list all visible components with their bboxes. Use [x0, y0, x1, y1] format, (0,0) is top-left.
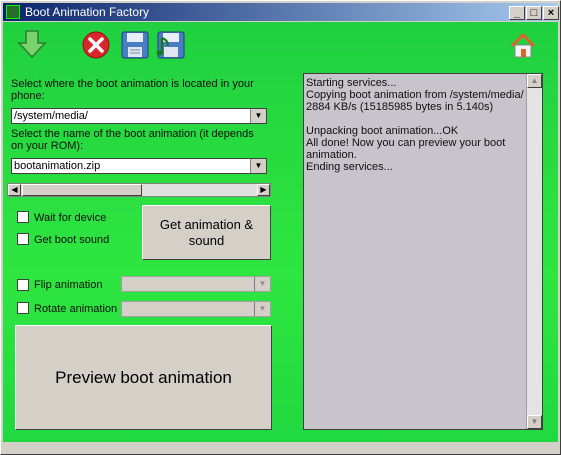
- get-animation-button[interactable]: Get animation & sound: [142, 205, 271, 260]
- get-boot-sound-label: Get boot sound: [34, 234, 110, 246]
- title-bar[interactable]: Boot Animation Factory _ □ ×: [3, 3, 559, 21]
- flip-animation-checkbox[interactable]: [17, 279, 29, 291]
- scroll-up-icon[interactable]: ▲: [527, 74, 542, 88]
- cancel-icon[interactable]: [81, 30, 111, 60]
- filename-value: bootanimation.zip: [14, 160, 101, 172]
- rotate-animation-checkbox[interactable]: [17, 302, 29, 314]
- log-output[interactable]: Starting services... Copying boot animat…: [303, 73, 543, 430]
- scroll-down-icon[interactable]: ▼: [527, 415, 542, 429]
- chevron-down-icon[interactable]: ▼: [250, 159, 266, 173]
- download-arrow-icon[interactable]: [17, 29, 47, 59]
- scroll-left-icon[interactable]: ◀: [8, 184, 21, 196]
- rotate-animation-select[interactable]: ▼: [121, 301, 271, 317]
- scroll-right-icon[interactable]: ▶: [257, 184, 270, 196]
- location-value: /system/media/: [14, 110, 88, 122]
- chevron-down-icon[interactable]: ▼: [254, 302, 270, 316]
- wait-for-device-label: Wait for device: [34, 212, 107, 224]
- app-window: Boot Animation Factory _ □ × Select wher…: [0, 0, 561, 455]
- horizontal-scrollbar[interactable]: ◀ ▶: [7, 183, 271, 197]
- maximize-button[interactable]: □: [526, 6, 542, 20]
- app-icon: [6, 5, 20, 19]
- scroll-thumb[interactable]: [22, 184, 142, 196]
- rotate-animation-label: Rotate animation: [34, 303, 118, 315]
- filename-label: Select the name of the boot animation (i…: [11, 128, 254, 152]
- flip-animation-label: Flip animation: [34, 279, 103, 291]
- minimize-button[interactable]: _: [509, 6, 525, 20]
- close-button[interactable]: ×: [543, 6, 559, 20]
- log-text: Starting services... Copying boot animat…: [306, 77, 524, 173]
- location-label: Select where the boot animation is locat…: [11, 78, 254, 102]
- main-panel: Select where the boot animation is locat…: [3, 22, 558, 442]
- status-bar: [3, 442, 558, 452]
- get-boot-sound-checkbox[interactable]: [17, 233, 29, 245]
- vertical-scrollbar[interactable]: ▲ ▼: [526, 74, 542, 429]
- filename-select[interactable]: bootanimation.zip ▼: [11, 158, 267, 174]
- flip-animation-select[interactable]: ▼: [121, 276, 271, 292]
- chevron-down-icon[interactable]: ▼: [250, 109, 266, 123]
- save-icon[interactable]: [120, 30, 150, 60]
- location-select[interactable]: /system/media/ ▼: [11, 108, 267, 124]
- preview-button[interactable]: Preview boot animation: [15, 325, 272, 430]
- window-title: Boot Animation Factory: [25, 5, 150, 19]
- home-icon[interactable]: [509, 32, 537, 60]
- wait-for-device-checkbox[interactable]: [17, 211, 29, 223]
- chevron-down-icon[interactable]: ▼: [254, 277, 270, 291]
- save-sound-icon[interactable]: [156, 30, 186, 60]
